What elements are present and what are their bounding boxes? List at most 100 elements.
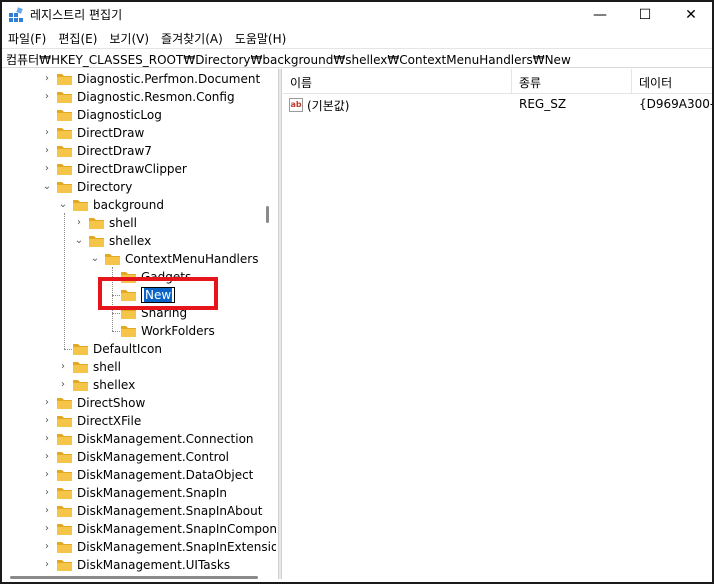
column-header-name[interactable]: 이름 [283, 69, 512, 94]
maximize-button[interactable]: ☐ [622, 2, 668, 28]
tree-item-label: DiskManagement.Connection [77, 432, 254, 446]
chevron-down-icon[interactable]: ⌄ [74, 234, 84, 248]
chevron-right-icon[interactable]: › [74, 216, 84, 230]
chevron-down-icon[interactable]: ⌄ [90, 252, 100, 266]
tree-item[interactable]: › shellex [2, 376, 262, 394]
chevron-right-icon[interactable]: › [42, 162, 52, 176]
tree-item[interactable]: › DiskManagement.UITasks [2, 556, 262, 573]
registry-values-list: 이름 종류 데이터 ab (기본값) REG_SZ {D969A300-E [283, 69, 714, 579]
chevron-right-icon[interactable]: › [58, 378, 68, 392]
folder-icon [88, 216, 105, 230]
chevron-down-icon[interactable]: ⌄ [58, 198, 68, 212]
menu-help[interactable]: 도움말(H) [229, 28, 293, 48]
chevron-right-icon[interactable]: › [42, 126, 52, 140]
tree-item[interactable]: ⌄ Directory [2, 178, 262, 196]
chevron-right-icon[interactable]: › [42, 450, 52, 464]
minimize-button[interactable]: — [577, 2, 623, 28]
tree-item-label: DiskManagement.SnapIn [77, 486, 227, 500]
chevron-right-icon[interactable]: › [42, 90, 52, 104]
chevron-down-icon[interactable]: ⌄ [42, 180, 52, 194]
folder-icon [56, 432, 73, 446]
tree-item-label: DirectShow [77, 396, 146, 410]
folder-icon [120, 324, 137, 338]
chevron-right-icon[interactable]: › [58, 360, 68, 374]
chevron-right-icon[interactable]: › [42, 414, 52, 428]
chevron-right-icon[interactable]: › [42, 522, 52, 536]
chevron-right-icon[interactable]: › [42, 432, 52, 446]
chevron-right-icon[interactable]: › [42, 396, 52, 410]
tree-item[interactable]: DiagnosticLog [2, 106, 262, 124]
tree-item[interactable]: › DiskManagement.Control [2, 448, 262, 466]
tree-item[interactable]: › Diagnostic.Perfmon.Document [2, 70, 262, 88]
tree-item[interactable]: › DiskManagement.SnapInExtension [2, 538, 276, 556]
tree-horizontal-scroll-thumb[interactable] [10, 576, 258, 579]
pane-splitter[interactable] [278, 69, 282, 579]
folder-icon [56, 468, 73, 482]
value-row[interactable]: ab (기본값) REG_SZ {D969A300-E [283, 95, 714, 115]
folder-icon [56, 90, 73, 104]
tree-item[interactable]: › DiskManagement.SnapInCompon [2, 520, 276, 538]
folder-icon [56, 126, 73, 140]
chevron-right-icon[interactable]: › [42, 144, 52, 158]
tree-item[interactable]: ⌄ background [2, 196, 262, 214]
tree-item[interactable]: › DirectDrawClipper [2, 160, 262, 178]
value-name: (기본값) [307, 99, 350, 113]
column-header-type[interactable]: 종류 [512, 69, 632, 94]
tree-item[interactable]: › shell [2, 358, 262, 376]
menu-view[interactable]: 보기(V) [103, 28, 155, 48]
folder-icon [56, 162, 73, 176]
tree-item-label: DiskManagement.UITasks [77, 558, 231, 572]
tree-item[interactable]: › DirectDraw [2, 124, 262, 142]
chevron-right-icon[interactable]: › [42, 558, 52, 572]
menu-favorites[interactable]: 즐겨찾기(A) [155, 28, 229, 48]
folder-icon [56, 108, 73, 122]
chevron-right-icon[interactable]: › [42, 540, 52, 554]
tree-item[interactable]: › DirectShow [2, 394, 262, 412]
chevron-right-icon[interactable]: › [42, 486, 52, 500]
highlight-annotation-box [98, 277, 218, 310]
tree-item[interactable]: › DiskManagement.Connection [2, 430, 262, 448]
folder-icon [56, 180, 73, 194]
value-data: {D969A300-E [639, 97, 714, 111]
tree-item-label: DirectDrawClipper [77, 162, 187, 176]
tree-item[interactable]: › DiskManagement.SnapIn [2, 484, 262, 502]
title-bar[interactable]: 레지스트리 편집기 — ☐ ✕ [2, 2, 712, 28]
chevron-right-icon[interactable]: › [42, 72, 52, 86]
folder-icon [56, 450, 73, 464]
chevron-right-icon[interactable]: › [42, 468, 52, 482]
tree-item[interactable]: ⌄ ContextMenuHandlers [2, 250, 262, 268]
tree-item-label: shell [109, 216, 137, 230]
tree-item[interactable]: › DiskManagement.SnapInAbout [2, 502, 262, 520]
close-button[interactable]: ✕ [668, 2, 712, 28]
menu-file[interactable]: 파일(F) [2, 28, 52, 48]
tree-item-label: DiskManagement.Control [77, 450, 230, 464]
tree-scroll-thumb[interactable] [266, 206, 269, 223]
folder-icon [56, 396, 73, 410]
tree-vertical-scrollbar[interactable] [260, 69, 276, 573]
tree-item[interactable]: WorkFolders [2, 322, 262, 340]
tree-item[interactable]: › Diagnostic.Resmon.Config [2, 88, 262, 106]
tree-item[interactable]: DefaultIcon [2, 340, 262, 358]
tree-item-label: ContextMenuHandlers [125, 252, 259, 266]
tree-item-label: shell [93, 360, 121, 374]
tree-item-label: DirectDraw7 [77, 144, 152, 158]
address-bar[interactable]: 컴퓨터₩HKEY_CLASSES_ROOT₩Directory₩backgrou… [2, 48, 712, 68]
tree-item[interactable]: › shell [2, 214, 262, 232]
tree-item[interactable]: › DirectXFile [2, 412, 262, 430]
folder-icon [56, 144, 73, 158]
tree-item-label: DirectDraw [77, 126, 145, 140]
column-header-data[interactable]: 데이터 [632, 69, 712, 94]
menu-bar: 파일(F) 편집(E) 보기(V) 즐겨찾기(A) 도움말(H) [2, 28, 712, 48]
tree-item[interactable]: › DirectDraw7 [2, 142, 262, 160]
list-header: 이름 종류 데이터 [283, 69, 712, 94]
tree-item[interactable]: › DiskManagement.DataObject [2, 466, 262, 484]
tree-item-label: Diagnostic.Resmon.Config [77, 90, 235, 104]
tree-item-label: DiskManagement.SnapInCompon [77, 522, 276, 536]
string-value-icon: ab [289, 98, 303, 112]
tree-item[interactable]: ⌄ shellex [2, 232, 262, 250]
folder-icon [72, 378, 89, 392]
chevron-right-icon[interactable]: › [42, 504, 52, 518]
tree-item-label: Diagnostic.Perfmon.Document [77, 72, 261, 86]
menu-edit[interactable]: 편집(E) [52, 28, 103, 48]
